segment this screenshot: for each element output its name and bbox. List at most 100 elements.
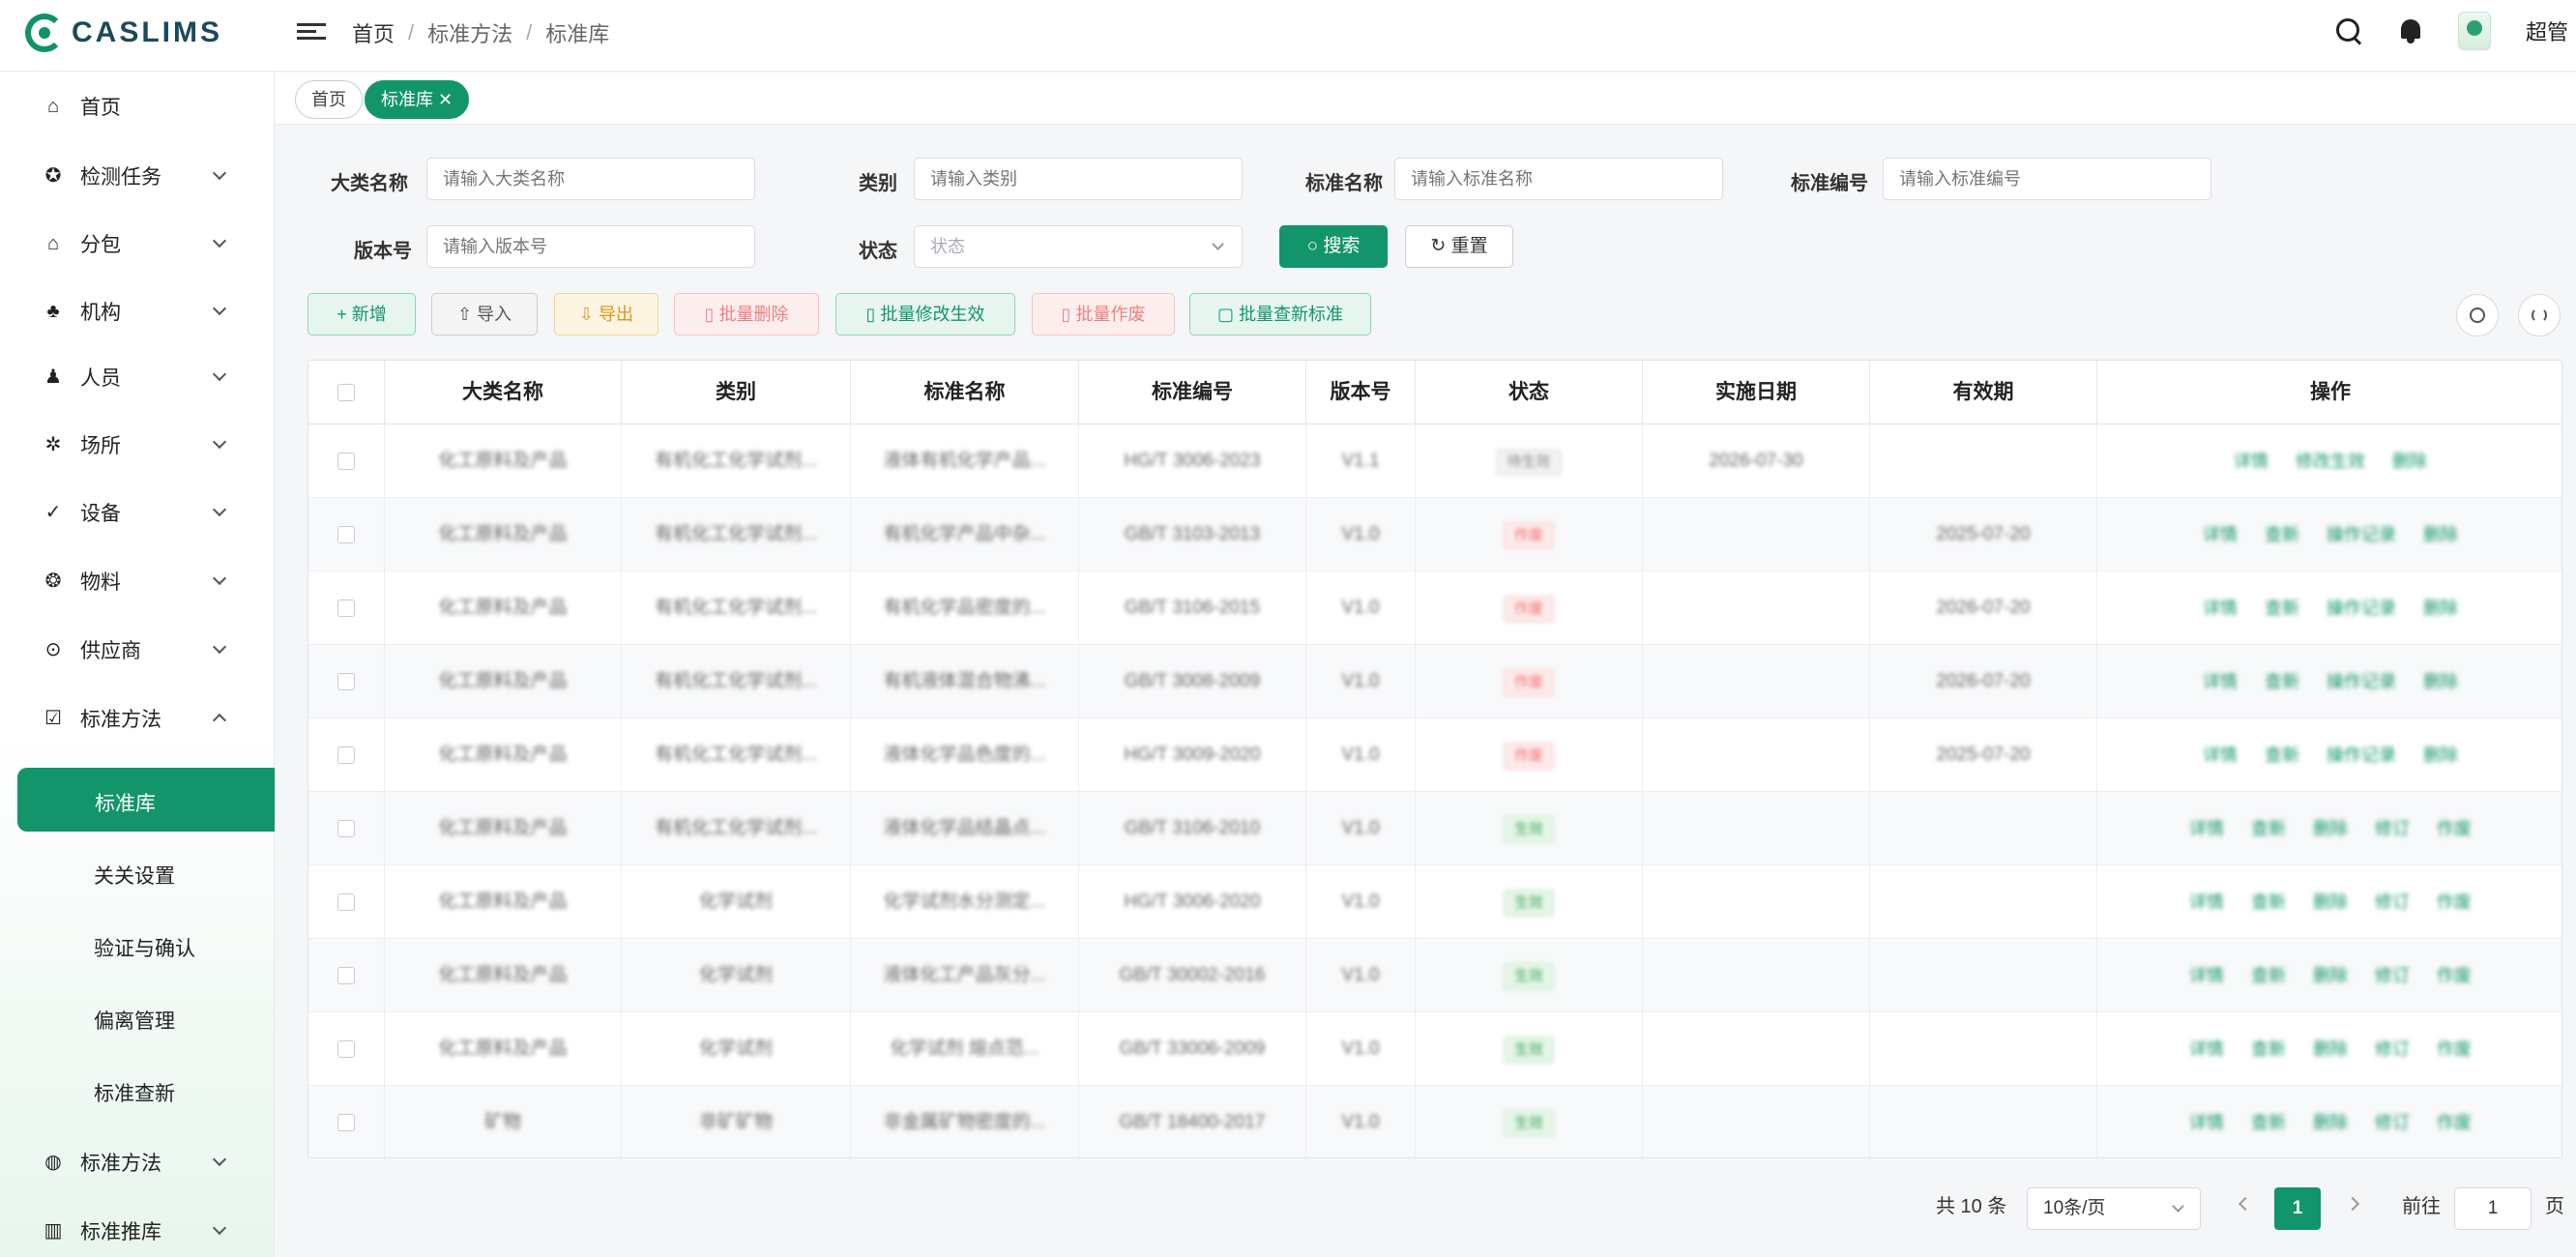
row-action-link[interactable]: 删除 bbox=[2392, 424, 2427, 498]
sidebar-subitem-standard-search[interactable]: 标准查新 bbox=[0, 1063, 275, 1117]
sidebar-item-subcontract[interactable]: ⌂ 分包 bbox=[0, 217, 275, 271]
breadcrumb-standard-method[interactable]: 标准方法 bbox=[427, 17, 512, 48]
search-button[interactable]: ○ 搜索 bbox=[1279, 225, 1388, 268]
row-action-link[interactable]: 详情 bbox=[2189, 1012, 2224, 1086]
row-action-link[interactable]: 作废 bbox=[2437, 939, 2472, 1012]
row-action-link[interactable]: 详情 bbox=[2189, 865, 2224, 939]
sidebar-item-standard-method[interactable]: ☑ 标准方法 bbox=[0, 691, 275, 745]
row-action-link[interactable]: 查新 bbox=[2265, 498, 2299, 571]
row-checkbox[interactable] bbox=[337, 967, 355, 984]
tag-home[interactable]: 首页 bbox=[295, 80, 363, 119]
row-action-link[interactable]: 操作记录 bbox=[2327, 571, 2396, 645]
row-action-link[interactable]: 操作记录 bbox=[2327, 498, 2396, 571]
row-action-link[interactable]: 作废 bbox=[2437, 792, 2472, 865]
export-button[interactable]: ⇩ 导出 bbox=[554, 293, 659, 336]
status-select[interactable]: 状态 bbox=[914, 225, 1243, 268]
sidebar-subitem-standard-library[interactable]: 标准库 bbox=[17, 768, 275, 832]
next-page-icon[interactable] bbox=[2345, 1196, 2360, 1212]
row-action-link[interactable]: 修改生效 bbox=[2296, 424, 2365, 498]
row-action-link[interactable]: 详情 bbox=[2189, 792, 2224, 865]
sidebar-item-home[interactable]: ⌂ 首页 bbox=[0, 79, 275, 133]
sidebar-item-standard-push[interactable]: ▥ 标准推库 bbox=[0, 1204, 275, 1257]
refresh-button[interactable] bbox=[2518, 294, 2561, 336]
category-input[interactable] bbox=[426, 158, 755, 200]
row-action-link[interactable]: 作废 bbox=[2437, 865, 2472, 939]
sidebar-item-supplier[interactable]: ⊙ 供应商 bbox=[0, 623, 275, 677]
row-action-link[interactable]: 查新 bbox=[2251, 865, 2286, 939]
row-action-link[interactable]: 删除 bbox=[2313, 865, 2348, 939]
app-logo[interactable]: CASLIMS bbox=[25, 14, 222, 52]
row-action-link[interactable]: 删除 bbox=[2423, 571, 2458, 645]
sidebar-item-personnel[interactable]: ♟ 人员 bbox=[0, 350, 275, 404]
row-action-link[interactable]: 查新 bbox=[2251, 1086, 2286, 1157]
batch-void-button[interactable]: ▯ 批量作废 bbox=[1032, 293, 1175, 336]
row-action-link[interactable]: 查新 bbox=[2265, 571, 2299, 645]
row-checkbox[interactable] bbox=[337, 746, 355, 764]
row-checkbox[interactable] bbox=[337, 1114, 355, 1131]
row-action-link[interactable]: 操作记录 bbox=[2327, 645, 2396, 718]
row-action-link[interactable]: 删除 bbox=[2423, 718, 2458, 792]
row-action-link[interactable]: 详情 bbox=[2203, 571, 2238, 645]
row-checkbox[interactable] bbox=[337, 820, 355, 837]
row-action-link[interactable]: 删除 bbox=[2423, 498, 2458, 571]
row-checkbox[interactable] bbox=[337, 673, 355, 690]
page-size-select[interactable]: 10条/页 bbox=[2027, 1187, 2201, 1230]
row-action-link[interactable]: 详情 bbox=[2189, 1086, 2224, 1157]
row-action-link[interactable]: 删除 bbox=[2423, 645, 2458, 718]
row-action-link[interactable]: 操作记录 bbox=[2327, 718, 2396, 792]
row-action-link[interactable]: 详情 bbox=[2203, 718, 2238, 792]
row-action-link[interactable]: 详情 bbox=[2189, 939, 2224, 1012]
row-action-link[interactable]: 作废 bbox=[2437, 1012, 2472, 1086]
type-input[interactable] bbox=[914, 158, 1243, 200]
sidebar-item-site[interactable]: ✲ 场所 bbox=[0, 418, 275, 472]
row-action-link[interactable]: 删除 bbox=[2313, 1086, 2348, 1157]
reset-button[interactable]: ↻ 重置 bbox=[1405, 225, 1513, 268]
row-action-link[interactable]: 详情 bbox=[2234, 424, 2269, 498]
row-checkbox[interactable] bbox=[337, 599, 355, 617]
row-action-link[interactable]: 作废 bbox=[2437, 1086, 2472, 1157]
row-checkbox[interactable] bbox=[337, 453, 355, 470]
batch-search-button[interactable]: ▢ 批量查新标准 bbox=[1189, 293, 1371, 336]
sidebar-subitem-verification[interactable]: 验证与确认 bbox=[0, 918, 275, 972]
row-action-link[interactable]: 查新 bbox=[2251, 939, 2286, 1012]
version-input[interactable] bbox=[426, 225, 755, 268]
row-action-link[interactable]: 查新 bbox=[2251, 792, 2286, 865]
row-action-link[interactable]: 修订 bbox=[2375, 939, 2410, 1012]
row-action-link[interactable]: 修订 bbox=[2375, 1086, 2410, 1157]
row-action-link[interactable]: 修订 bbox=[2375, 865, 2410, 939]
user-name[interactable]: 超管 bbox=[2526, 15, 2576, 46]
goto-page-input[interactable]: 1 bbox=[2454, 1187, 2532, 1230]
menu-toggle-icon[interactable] bbox=[297, 19, 326, 44]
batch-delete-button[interactable]: ▯ 批量删除 bbox=[674, 293, 819, 336]
row-action-link[interactable]: 查新 bbox=[2251, 1012, 2286, 1086]
row-action-link[interactable]: 删除 bbox=[2313, 792, 2348, 865]
sidebar-item-inspection-task[interactable]: ✪ 检测任务 bbox=[0, 149, 275, 203]
sidebar-item-material[interactable]: ❂ 物料 bbox=[0, 554, 275, 608]
row-action-link[interactable]: 详情 bbox=[2203, 498, 2238, 571]
sidebar-subitem-deviation[interactable]: 偏离管理 bbox=[0, 990, 275, 1044]
standard-name-input[interactable] bbox=[1394, 158, 1723, 200]
row-action-link[interactable]: 修订 bbox=[2375, 792, 2410, 865]
import-button[interactable]: ⇧ 导入 bbox=[431, 293, 538, 336]
batch-update-button[interactable]: ▯ 批量修改生效 bbox=[835, 293, 1015, 336]
toggle-search-button[interactable] bbox=[2456, 294, 2499, 336]
sidebar-subitem-settings[interactable]: 关关设置 bbox=[0, 845, 275, 899]
select-all-checkbox[interactable] bbox=[337, 384, 355, 401]
sidebar-item-organization[interactable]: ♣ 机构 bbox=[0, 284, 275, 338]
page-number-current[interactable]: 1 bbox=[2274, 1187, 2321, 1230]
sidebar-item-equipment[interactable]: ✓ 设备 bbox=[0, 485, 275, 540]
row-action-link[interactable]: 修订 bbox=[2375, 1012, 2410, 1086]
row-action-link[interactable]: 删除 bbox=[2313, 1012, 2348, 1086]
standard-number-input[interactable] bbox=[1883, 158, 2211, 200]
tag-standard-library[interactable]: 标准库 ✕ bbox=[365, 80, 470, 119]
breadcrumb-home[interactable]: 首页 bbox=[352, 17, 395, 48]
row-checkbox[interactable] bbox=[337, 893, 355, 911]
row-action-link[interactable]: 查新 bbox=[2265, 645, 2299, 718]
prev-page-icon[interactable] bbox=[2238, 1196, 2253, 1212]
row-action-link[interactable]: 查新 bbox=[2265, 718, 2299, 792]
row-action-link[interactable]: 删除 bbox=[2313, 939, 2348, 1012]
sidebar-item-standard-method-2[interactable]: ◍ 标准方法 bbox=[0, 1135, 275, 1189]
avatar[interactable] bbox=[2457, 12, 2491, 50]
row-action-link[interactable]: 详情 bbox=[2203, 645, 2238, 718]
row-checkbox[interactable] bbox=[337, 526, 355, 543]
